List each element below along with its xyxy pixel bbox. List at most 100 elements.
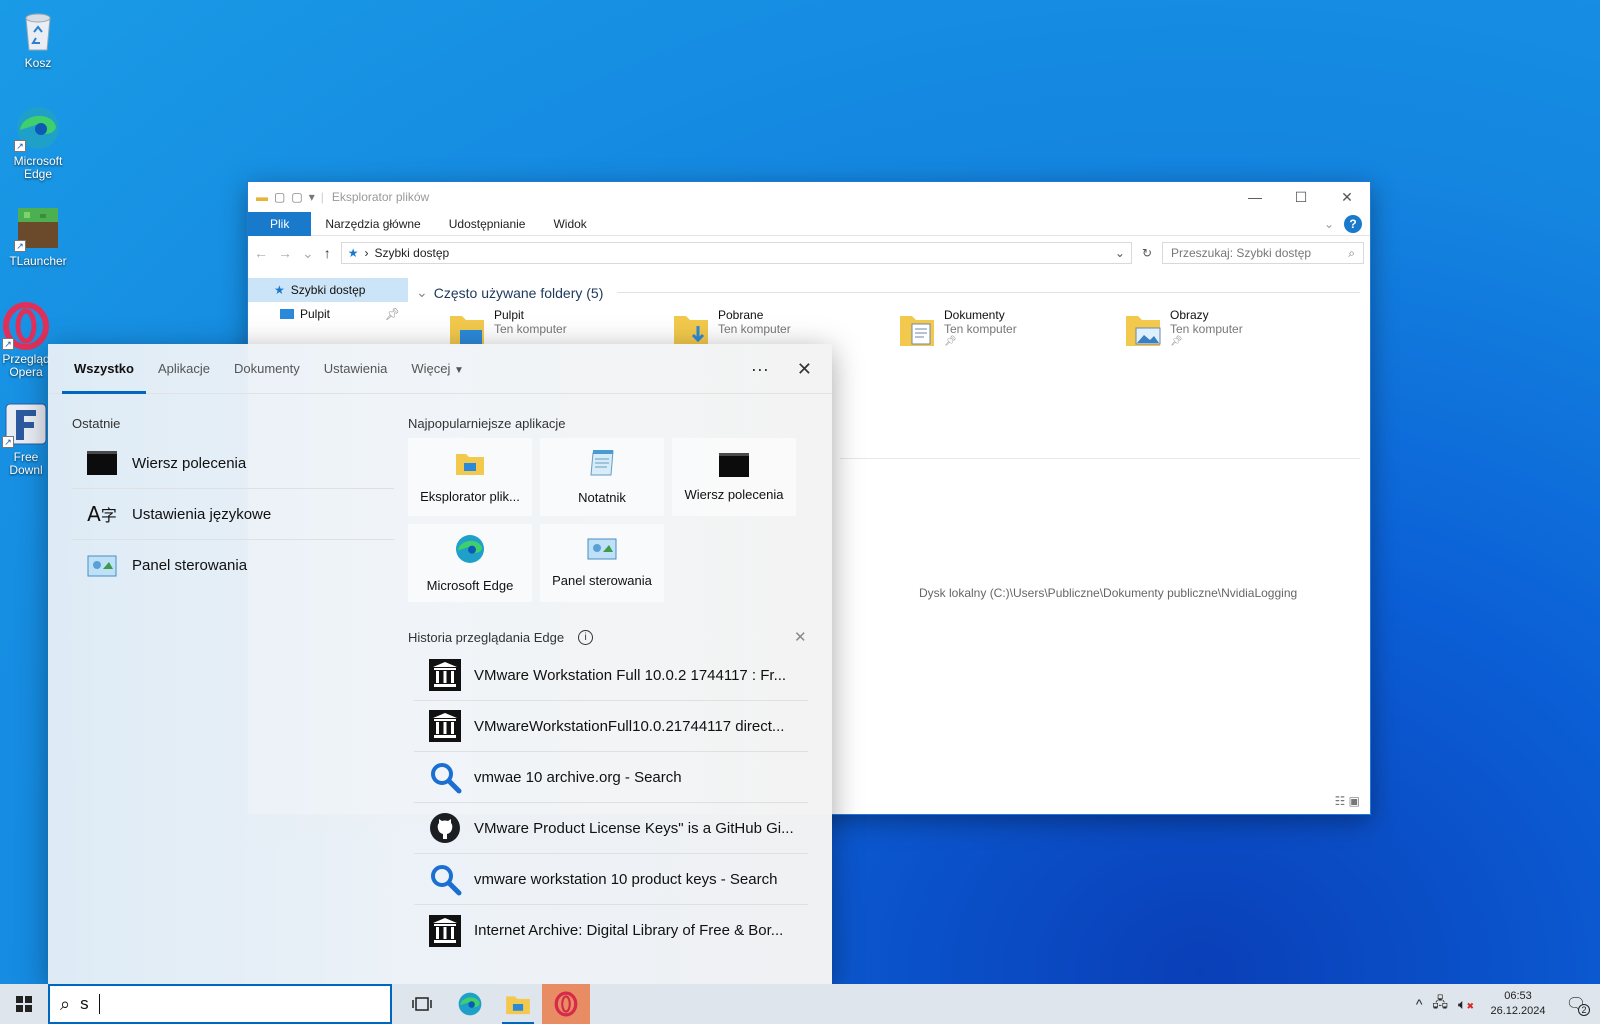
app-tile-notepad[interactable]: Notatnik (540, 438, 664, 516)
recent-locations-icon[interactable]: ⌄ (302, 245, 314, 262)
folder-tile-obrazy[interactable]: Obrazy Ten komputer 📌︎ (1124, 308, 1344, 358)
window-title: Eksplorator plików (331, 190, 430, 204)
edge-icon (454, 533, 486, 568)
taskbar-edge[interactable] (446, 984, 494, 1024)
taskbar-opera[interactable] (542, 984, 590, 1024)
nav-item-quick-access[interactable]: ★ Szybki dostęp (248, 278, 408, 302)
close-icon[interactable]: ✕ (797, 359, 812, 380)
chevron-down-icon[interactable]: ▾ (309, 190, 315, 204)
app-tile-label: Eksplorator plik... (420, 489, 520, 504)
network-icon[interactable]: 🖧︎ (1432, 992, 1448, 1016)
tab-settings[interactable]: Ustawienia (312, 344, 400, 394)
desktop-icon-free-download[interactable]: ↗ Free Downl (2, 400, 50, 477)
app-tile-file-explorer[interactable]: Eksplorator plik... (408, 438, 532, 516)
desktop-icon-recycle-bin[interactable]: Kosz (2, 6, 74, 70)
address-row: ← → ⌄ ↑ ★ › Szybki dostęp ⌄ ↻ Przeszukaj… (248, 236, 1370, 270)
ribbon-expand-icon[interactable]: ⌄ (1324, 217, 1334, 231)
chevron-down-icon: ⌄ (416, 284, 428, 300)
address-dropdown-icon[interactable]: ⌄ (1115, 246, 1131, 260)
history-item[interactable]: VMware Product License Keys" is a GitHub… (414, 803, 808, 854)
recent-file-path[interactable]: Dysk lokalny (C:)\Users\Publiczne\Dokume… (919, 586, 1297, 600)
minimize-button[interactable]: — (1232, 182, 1278, 212)
history-item[interactable]: Internet Archive: Digital Library of Fre… (414, 905, 808, 956)
folder-name: Pulpit (494, 308, 525, 322)
history-item-label: VMware Product License Keys" is a GitHub… (474, 819, 794, 837)
explorer-search-input[interactable]: Przeszukaj: Szybki dostęp ⌕ (1162, 242, 1364, 264)
desktop-icon-label: TLauncher (9, 254, 67, 268)
search-icon: ⌕ (1348, 245, 1355, 260)
group-header[interactable]: ⌄ Często używane foldery (5) (410, 278, 1370, 301)
cmd-icon (719, 452, 749, 477)
address-bar[interactable]: ★ › Szybki dostęp ⌄ (340, 242, 1132, 264)
clock[interactable]: 06:53 26.12.2024 (1484, 989, 1552, 1019)
back-icon[interactable]: ← (254, 245, 268, 261)
recent-item-control-panel[interactable]: Panel sterowania (72, 540, 394, 591)
history-header-label: Historia przeglądania Edge (408, 630, 565, 645)
search-placeholder: Przeszukaj: Szybki dostęp (1171, 246, 1312, 260)
forward-icon[interactable]: → (278, 245, 292, 261)
maximize-button[interactable]: ☐ (1278, 182, 1324, 212)
star-icon: ★ (347, 246, 359, 260)
folder-icon (448, 308, 486, 348)
start-button[interactable] (0, 984, 48, 1024)
system-tray: ^ 🖧︎ 🔈︎✖ 06:53 26.12.2024 🗨︎ 2 (1416, 984, 1600, 1024)
recent-list: Wiersz polecenia A字 Ustawienia językowe … (72, 438, 394, 591)
app-tile-cmd[interactable]: Wiersz polecenia (672, 438, 796, 516)
task-view-button[interactable] (398, 984, 446, 1024)
folder-name: Obrazy (1170, 308, 1209, 322)
tab-more[interactable]: Więcej ▼ (399, 344, 476, 394)
tab-documents[interactable]: Dokumenty (222, 344, 312, 394)
info-icon[interactable]: i (578, 630, 594, 645)
view-toggle-icons[interactable]: ☷ ▣ (1335, 794, 1360, 808)
app-tile-label: Wiersz polecenia (684, 486, 784, 502)
history-item[interactable]: vmwae 10 archive.org - Search (414, 752, 808, 803)
app-tile-edge[interactable]: Microsoft Edge (408, 524, 532, 602)
refresh-icon[interactable]: ↻ (1142, 246, 1152, 260)
explorer-title-bar[interactable]: ▬ ▢ ▢ ▾ | Eksplorator plików — ☐ ✕ (248, 182, 1370, 212)
history-item[interactable]: VMwareWorkstationFull10.0.21744117 direc… (414, 701, 808, 752)
folder-location: Ten komputer (944, 322, 1017, 336)
taskbar-file-explorer[interactable] (494, 984, 542, 1024)
chevron-up-icon[interactable]: ^ (1416, 996, 1423, 1012)
desktop-icon-edge[interactable]: ↗ Microsoft Edge (2, 104, 74, 181)
app-tile-label: Panel sterowania (552, 573, 652, 588)
opera-icon: ↗ (2, 302, 50, 350)
tlauncher-icon: ↗ (14, 204, 62, 252)
recent-item-cmd[interactable]: Wiersz polecenia (72, 438, 394, 489)
properties-icon[interactable]: ▢ (274, 190, 285, 204)
history-item[interactable]: vmware workstation 10 product keys - Sea… (414, 854, 808, 905)
tab-apps[interactable]: Aplikacje (146, 344, 222, 394)
up-icon[interactable]: ↑ (324, 245, 331, 261)
archive-icon (428, 709, 462, 743)
notifications-button[interactable]: 🗨︎ 2 (1562, 990, 1590, 1018)
nav-item-desktop[interactable]: Pulpit 📌︎ (248, 302, 408, 326)
edge-icon: ↗ (14, 104, 62, 152)
history-item[interactable]: VMware Workstation Full 10.0.2 1744117 :… (414, 650, 808, 701)
tab-all[interactable]: Wszystko (62, 344, 146, 394)
tab-home[interactable]: Narzędzia główne (311, 212, 434, 236)
downloads-folder-icon (672, 308, 710, 348)
taskbar-search-input[interactable]: ⌕ s (48, 984, 392, 1024)
folder-icon: ▬ (256, 190, 268, 204)
tab-view[interactable]: Widok (539, 212, 600, 236)
more-options-icon[interactable]: ··· (751, 359, 769, 380)
folder-location: Ten komputer (494, 322, 567, 336)
navigation-pane: ★ Szybki dostęp Pulpit 📌︎ (248, 278, 408, 326)
history-item-label: VMwareWorkstationFull10.0.21744117 direc… (474, 717, 785, 735)
tab-file[interactable]: Plik (248, 211, 312, 236)
recent-item-language-settings[interactable]: A字 Ustawienia językowe (72, 489, 394, 540)
new-folder-icon[interactable]: ▢ (291, 190, 302, 204)
folder-tile-dokumenty[interactable]: Dokumenty Ten komputer 📌︎ (898, 308, 1118, 358)
edge-icon (458, 992, 482, 1016)
desktop-icon-tlauncher[interactable]: ↗ TLauncher (2, 204, 74, 268)
ribbon: Plik Narzędzia główne Udostępnianie Wido… (248, 211, 1370, 236)
desktop-icon-opera[interactable]: ↗ Przegląd Opera (2, 302, 50, 379)
app-tile-control-panel[interactable]: Panel sterowania (540, 524, 664, 602)
documents-folder-icon (898, 308, 936, 348)
clear-history-icon[interactable]: ✕ (794, 628, 807, 646)
volume-muted-icon[interactable]: 🔈︎✖ (1458, 996, 1474, 1013)
windows-logo-icon (16, 996, 32, 1012)
help-icon[interactable]: ? (1344, 214, 1362, 233)
close-button[interactable]: ✕ (1324, 182, 1370, 212)
tab-share[interactable]: Udostępnianie (435, 212, 540, 236)
